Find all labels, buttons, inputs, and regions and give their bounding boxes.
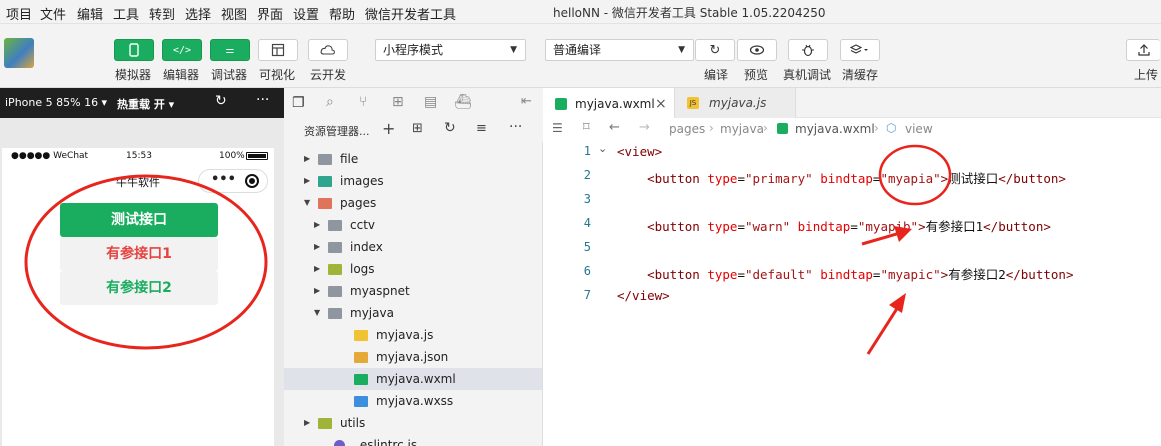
annotation-arrow-upper xyxy=(861,226,912,246)
annotation-ellipse-buttons xyxy=(24,174,268,350)
annotations-overlay xyxy=(24,144,952,355)
annotation-arrow-lower xyxy=(866,293,906,355)
annotation-circle-myapia xyxy=(878,144,952,206)
